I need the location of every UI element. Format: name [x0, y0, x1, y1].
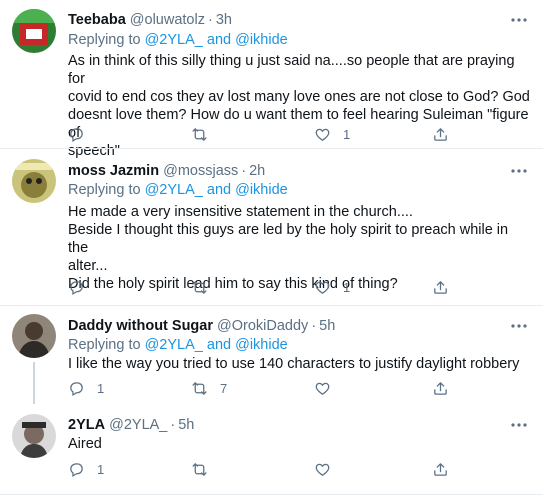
share-icon — [434, 127, 447, 141]
reply-icon — [70, 280, 83, 295]
retweet-icon — [192, 280, 207, 294]
tweet-time[interactable]: 5h — [319, 318, 335, 334]
reply-count: 1 — [97, 461, 105, 477]
tweet-actions: 1 7 — [68, 378, 508, 398]
replying-to: Replying to @2YLA_ and @ikhide — [68, 31, 288, 49]
reply-button[interactable]: 1 — [68, 378, 104, 398]
and-label: and — [206, 337, 232, 353]
retweet-icon — [192, 462, 207, 476]
separator-dot: · — [311, 318, 317, 334]
tweet-divider — [0, 494, 543, 495]
tweet-2yla[interactable]: 2YLA @2YLA_ · 5h Aired 1 — [0, 406, 543, 492]
reply-icon — [70, 462, 83, 477]
share-button[interactable] — [432, 459, 449, 479]
like-button[interactable]: 1 — [314, 124, 350, 144]
reply-button[interactable]: 1 — [68, 459, 104, 479]
retweet-button[interactable]: 7 — [191, 378, 227, 398]
mention-link[interactable]: @2YLA_ — [145, 182, 203, 198]
reply-icon — [70, 127, 83, 142]
author-handle[interactable]: @mossjass — [163, 163, 238, 179]
replying-to: Replying to @2YLA_ and @ikhide — [68, 336, 288, 354]
avatar-daddy-without-sugar[interactable] — [12, 314, 56, 358]
like-icon — [315, 281, 330, 294]
replying-label: Replying to — [68, 337, 141, 353]
share-icon — [434, 462, 447, 476]
tweet-header: Daddy without Sugar @OrokiDaddy · 5h — [68, 317, 335, 335]
avatar-2yla[interactable] — [12, 414, 56, 458]
like-button[interactable] — [314, 459, 343, 479]
reply-button[interactable] — [68, 277, 97, 297]
like-button[interactable] — [314, 378, 343, 398]
author-handle[interactable]: @oluwatolz — [130, 12, 205, 28]
retweet-icon — [192, 381, 207, 395]
separator-dot: · — [207, 12, 213, 28]
tweet-actions: 1 — [68, 124, 508, 144]
tweet-time[interactable]: 2h — [249, 163, 265, 179]
author-handle[interactable]: @OrokiDaddy — [217, 318, 308, 334]
like-icon — [315, 463, 330, 476]
mention-link[interactable]: @ikhide — [235, 182, 288, 198]
retweet-icon — [192, 127, 207, 141]
replying-label: Replying to — [68, 182, 141, 198]
mention-link[interactable]: @ikhide — [235, 32, 288, 48]
tweet-time[interactable]: 3h — [216, 12, 232, 28]
like-count: 1 — [343, 126, 351, 142]
author-name[interactable]: Teebaba — [68, 12, 126, 28]
reply-feed: Teebaba @oluwatolz · 3h Replying to @2YLA_… — [0, 0, 543, 496]
replying-to: Replying to @2YLA_ and @ikhide — [68, 181, 288, 199]
reply-icon — [70, 381, 83, 396]
share-button[interactable] — [432, 277, 449, 297]
and-label: and — [206, 32, 232, 48]
tweet-header: moss Jazmin @mossjass · 2h — [68, 162, 265, 180]
tweet-time[interactable]: 5h — [178, 417, 194, 433]
share-icon — [434, 381, 447, 395]
avatar-teebaba[interactable] — [12, 9, 56, 53]
replying-label: Replying to — [68, 32, 141, 48]
more-icon[interactable] — [509, 317, 529, 335]
author-handle[interactable]: @2YLA_ — [109, 417, 167, 433]
tweet-header: 2YLA @2YLA_ · 5h — [68, 416, 194, 434]
avatar-moss-jazmin[interactable] — [12, 159, 56, 203]
tweet-moss-jazmin[interactable]: moss Jazmin @mossjass · 2h Replying to @2Y… — [0, 149, 543, 298]
share-button[interactable] — [432, 124, 449, 144]
tweet-teebaba[interactable]: Teebaba @oluwatolz · 3h Replying to @2YLA_… — [0, 0, 543, 159]
tweet-header: Teebaba @oluwatolz · 3h — [68, 11, 232, 29]
like-icon — [315, 382, 330, 395]
like-icon — [315, 128, 330, 141]
more-icon[interactable] — [509, 11, 529, 29]
reply-button[interactable] — [68, 124, 97, 144]
like-count: 1 — [343, 279, 351, 295]
mention-link[interactable]: @2YLA_ — [145, 32, 203, 48]
mention-link[interactable]: @ikhide — [235, 337, 288, 353]
retweet-button[interactable] — [191, 124, 220, 144]
tweet-actions: 1 — [68, 277, 508, 297]
separator-dot: · — [241, 163, 247, 179]
retweet-button[interactable] — [191, 277, 220, 297]
mention-link[interactable]: @2YLA_ — [145, 337, 203, 353]
reply-count: 1 — [97, 380, 105, 396]
separator-dot: · — [170, 417, 176, 433]
and-label: and — [206, 182, 232, 198]
tweet-daddy-without-sugar[interactable]: Daddy without Sugar @OrokiDaddy · 5h Reply… — [0, 306, 543, 406]
author-name[interactable]: Daddy without Sugar — [68, 318, 213, 334]
share-icon — [434, 280, 447, 294]
more-icon[interactable] — [509, 162, 529, 180]
author-name[interactable]: moss Jazmin — [68, 163, 159, 179]
tweet-actions: 1 — [68, 459, 508, 479]
share-button[interactable] — [432, 378, 449, 398]
tweet-text: I like the way you tried to use 140 char… — [68, 356, 520, 372]
like-button[interactable]: 1 — [314, 277, 350, 297]
retweet-button[interactable] — [191, 459, 220, 479]
tweet-text: Aired — [68, 436, 102, 452]
retweet-count: 7 — [220, 380, 228, 396]
author-name[interactable]: 2YLA — [68, 417, 105, 433]
more-icon[interactable] — [509, 416, 529, 434]
